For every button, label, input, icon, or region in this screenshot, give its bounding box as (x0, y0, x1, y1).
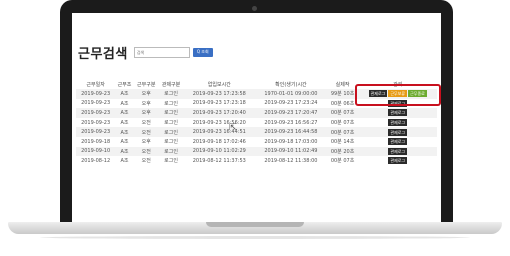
table-cell: 2019-09-23 17:23:58 (183, 89, 256, 99)
table-cell: 2019-09-23 17:20:47 (255, 108, 327, 118)
table-cell: 2019-09-23 16:56:27 (264, 119, 318, 126)
table-cell: 2019-09-23 (76, 127, 116, 137)
column-header: 근무일자 (86, 81, 105, 88)
screen: 근무검색 Q 조회 근무일자 근무조 근무구분 관제구분 업입보시간 확인(생기… (72, 13, 441, 222)
actions-cell: 관제로그 (358, 146, 437, 157)
table-row: 2019-09-18 A조 오후 로그인 2019-09-18 17:02:46 2019… (76, 137, 437, 147)
table-cell: 로그인 (164, 100, 178, 107)
log-button[interactable]: 관제로그 (388, 147, 408, 155)
actions-cell: 관제로그 (358, 127, 437, 137)
mouse-cursor-icon: ⇱ (229, 123, 237, 133)
table-cell: 오후 (141, 139, 151, 146)
table-cell: A조 (120, 139, 129, 146)
table-cell: A조 (120, 158, 129, 165)
log-button[interactable]: 관제로그 (388, 138, 408, 146)
table-cell: 로그인 (164, 120, 178, 127)
table-cell: 2019-09-10 11:02:29 (183, 146, 256, 157)
table-cell: 로그인 (158, 108, 184, 118)
table-cell: 2019-08-12 (81, 157, 111, 164)
actions-cell: 관제로그 (358, 156, 437, 166)
table-cell: 00분 07초 (330, 120, 355, 127)
table-row: 2019-09-23 A조 오후 로그인 2019-09-23 17:20:40 2019… (76, 108, 437, 118)
table-cell: 2019-09-23 (81, 119, 111, 126)
table-cell: 2019-09-10 (76, 146, 116, 157)
column-header: 확인(생기)시간 (275, 81, 307, 88)
table-cell: 2019-09-23 16:44:58 (255, 127, 327, 137)
table-cell: 로그인 (158, 127, 184, 137)
table-cell: 2019-08-12 11:38:00 (264, 157, 318, 164)
table-row: 2019-08-12 A조 오전 로그인 2019-08-12 11:37:53 2019… (76, 156, 437, 166)
table-cell: 로그인 (158, 146, 184, 157)
table-cell: 오전 (141, 120, 151, 127)
table-cell: 00분 07초 (326, 127, 359, 137)
table-cell: 로그인 (158, 89, 184, 99)
table-cell: 2019-09-23 (76, 108, 116, 118)
table-cell: 2019-09-23 17:23:18 (192, 100, 246, 107)
table-cell: A조 (115, 146, 134, 157)
laptop-shadow (40, 236, 470, 239)
actions-cell: 관제로그 (358, 137, 437, 147)
table-cell: 2019-09-23 17:20:40 (183, 108, 256, 118)
table-cell: A조 (115, 127, 134, 137)
camera-icon (252, 6, 257, 11)
table-cell: A조 (120, 120, 129, 127)
table-cell: 2019-09-23 (76, 89, 116, 99)
table-cell: 2019-09-23 17:23:24 (264, 100, 318, 107)
log-button[interactable]: 관제로그 (388, 157, 408, 165)
table-cell: 2019-09-23 16:56:20 (192, 119, 246, 126)
table-cell: 1970-01-01 09:00:00 (255, 89, 327, 99)
laptop-notch (206, 222, 304, 227)
table-cell: 99분 10초 (326, 89, 359, 99)
table-cell: 오전 (133, 146, 159, 157)
table-row: 2019-09-23 A조 오전 로그인 2019-09-23 16:44:51 2019… (76, 127, 437, 137)
log-button[interactable]: 관제로그 (388, 119, 408, 127)
actions-cell: 관제로그 (358, 118, 437, 128)
table-cell: 00분 20초 (326, 146, 359, 157)
table-cell: 오후 (141, 100, 151, 107)
table-cell: A조 (120, 100, 129, 107)
table-cell: 로그인 (164, 158, 178, 165)
table-row: 2019-09-23 A조 오전 로그인 2019-09-23 16:56:20 2019… (76, 118, 437, 128)
search-bar: 근무검색 Q 조회 (78, 44, 213, 62)
log-button[interactable]: 관제로그 (388, 109, 408, 117)
table-cell: A조 (115, 89, 134, 99)
table-cell: 2019-08-12 11:37:53 (192, 157, 246, 164)
column-header: 업입보시간 (207, 81, 231, 88)
log-button[interactable]: 관제로그 (388, 128, 408, 136)
table-cell: 2019-09-18 17:02:46 (192, 138, 246, 145)
table-cell: 2019-09-23 (81, 100, 111, 107)
table-cell: 00분 06초 (330, 100, 355, 107)
column-header: 관제구분 (161, 81, 181, 88)
table-cell: 2019-09-18 17:03:00 (264, 138, 318, 145)
column-header: 근무구분 (137, 81, 156, 88)
table-cell: 2019-09-23 16:44:51 (183, 127, 256, 137)
table-cell: 오후 (133, 108, 159, 118)
search-input[interactable] (133, 46, 190, 58)
table-row: 2019-09-10 A조 오전 로그인 2019-09-10 11:02:29 2019… (76, 146, 437, 157)
table-cell: 로그인 (164, 139, 178, 146)
highlight-box (355, 84, 441, 106)
table-cell: 00분 07초 (330, 158, 355, 165)
search-button[interactable]: Q 조회 (192, 47, 213, 57)
table-cell: 오전 (141, 158, 151, 165)
table-cell: 00분 14초 (330, 139, 355, 146)
table-cell: 오후 (133, 89, 159, 99)
table-cell: A조 (115, 108, 134, 118)
column-header: 실제작 (335, 81, 350, 88)
table-cell: 2019-09-18 (81, 138, 111, 145)
table-cell: 2019-09-10 11:02:49 (255, 146, 327, 157)
actions-cell: 관제로그 (358, 108, 437, 118)
table-cell: 오전 (133, 127, 159, 137)
table-cell: 00분 07초 (326, 108, 359, 118)
page-title: 근무검색 (78, 46, 128, 62)
column-header: 근무조 (117, 81, 132, 88)
